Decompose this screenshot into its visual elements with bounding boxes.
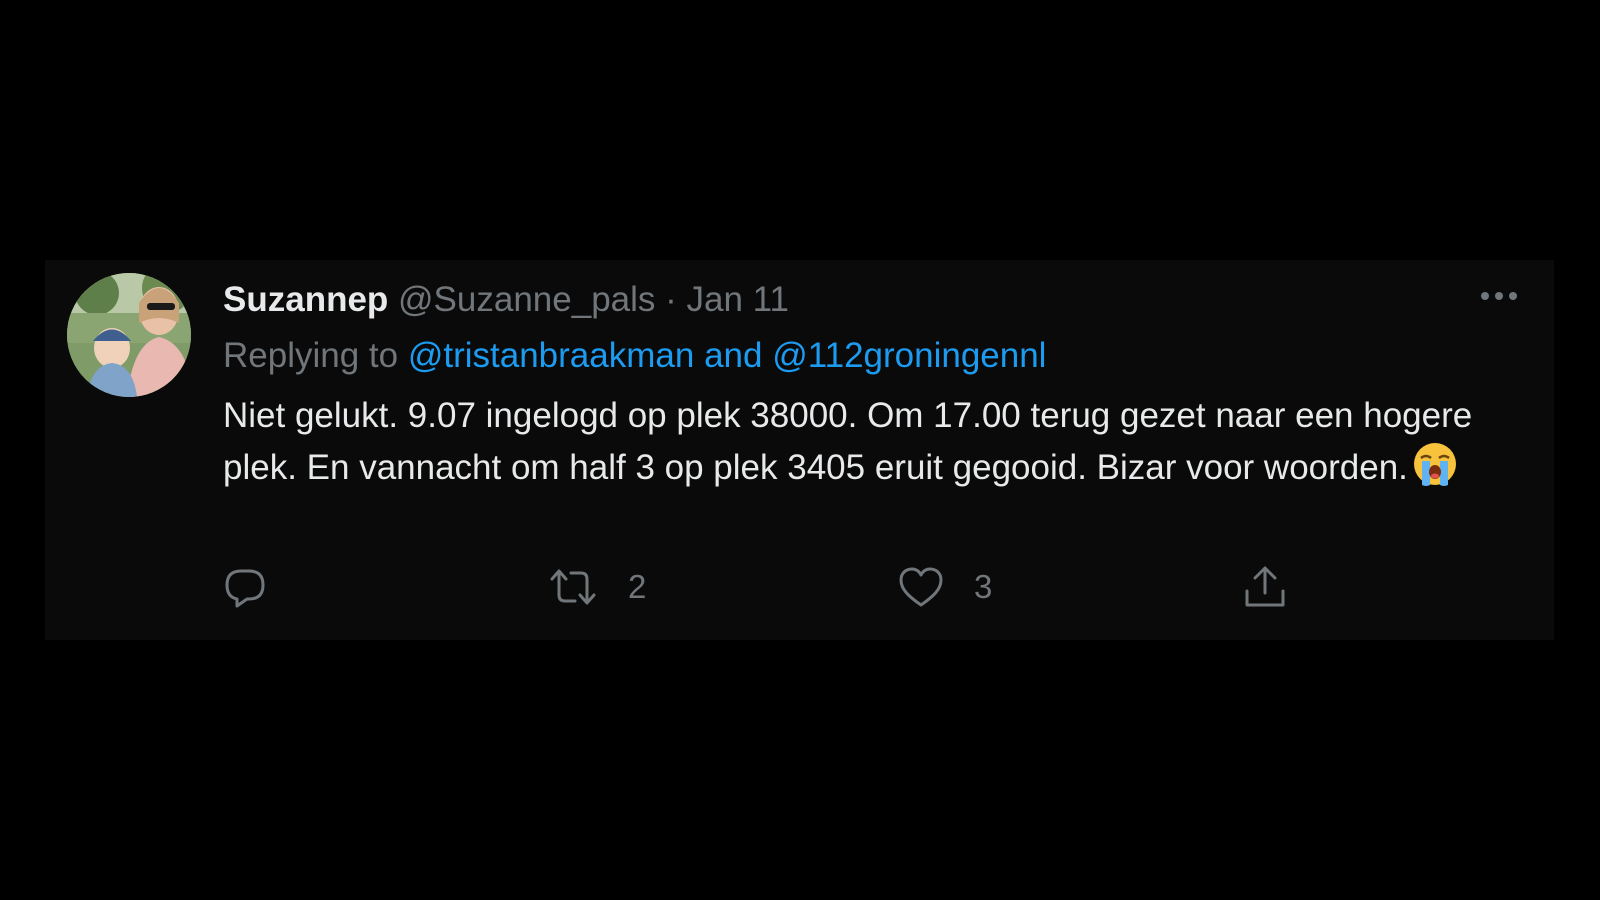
user-handle[interactable]: @Suzanne_pals [398,280,655,319]
replying-prefix: Replying to [223,336,399,375]
separator-dot: · [665,280,677,319]
replying-to: Replying to @tristanbraakman and @112gro… [223,334,1513,378]
retweet-button[interactable]: 2 [548,562,646,612]
tweet-text-block: Niet gelukt. 9.07 ingelogd op plek 38000… [223,390,1513,501]
tweet-card[interactable]: Suzannep @Suzanne_pals · Jan 11 Replying… [45,260,1554,640]
replying-and: and [704,336,763,375]
tweet-header: Suzannep @Suzanne_pals · Jan 11 [223,278,1513,322]
reply-icon [225,569,265,608]
retweet-count: 2 [628,568,647,605]
avatar[interactable] [67,273,191,397]
reply-button[interactable] [223,562,297,612]
tweet-actions: 2 3 [223,562,1343,612]
mention-link[interactable]: @112groningennl [772,336,1046,375]
tweet-content: Suzannep @Suzanne_pals · Jan 11 Replying… [223,278,1513,501]
mention-link[interactable]: @tristanbraakman [408,336,694,375]
share-button[interactable] [1243,562,1287,612]
retweet-icon [550,569,596,605]
like-count: 3 [974,568,993,605]
tweet-text: Niet gelukt. 9.07 ingelogd op plek 38000… [223,396,1482,487]
heart-icon [899,567,943,607]
avatar-photo [67,273,191,397]
loudly-crying-face-icon [1412,441,1458,501]
display-name[interactable]: Suzannep [223,280,388,319]
tweet-date[interactable]: Jan 11 [687,280,790,319]
share-icon [1245,566,1285,607]
like-button[interactable]: 3 [898,562,992,612]
